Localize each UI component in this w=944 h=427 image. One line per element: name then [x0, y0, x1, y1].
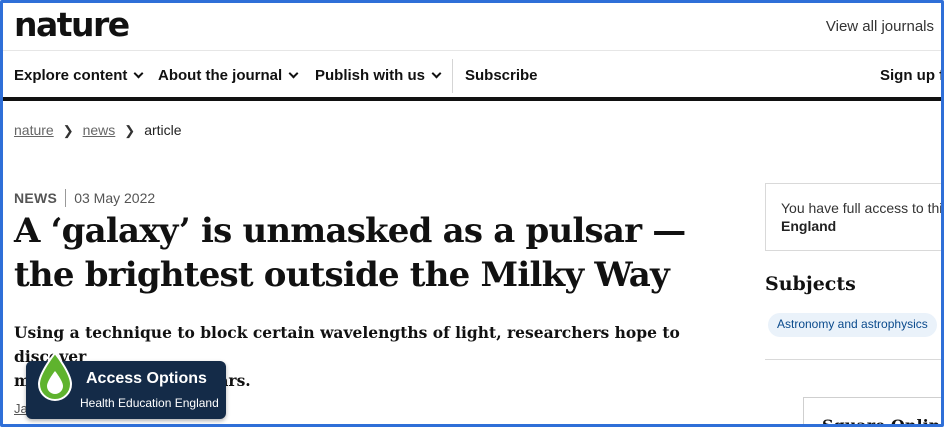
subject-tag-astronomy[interactable]: Astronomy and astrophysics — [768, 313, 937, 337]
breadcrumb: nature ❯ news ❯ article — [14, 122, 182, 139]
access-info-panel: You have full access to this England — [765, 183, 944, 251]
nav-about-journal-label: About the journal — [158, 67, 283, 84]
article-title-line-2: the brightest outside the Milky Way — [14, 255, 670, 295]
access-options-widget[interactable]: Access Options Health Education England — [26, 351, 226, 419]
access-options-subtitle: Health Education England — [80, 396, 219, 410]
nav-publish-with-us[interactable]: Publish with us — [315, 67, 442, 84]
nav-about-journal[interactable]: About the journal — [158, 67, 299, 84]
breadcrumb-current: article — [144, 122, 182, 138]
article-title: A ‘galaxy’ is unmasked as a pulsar — the… — [14, 209, 714, 297]
chevron-right-icon: ❯ — [124, 123, 136, 138]
subjects-heading: Subjects — [765, 273, 856, 295]
breadcrumb-nature-link[interactable]: nature — [14, 122, 54, 138]
main-nav: Explore content About the journal Publis… — [3, 51, 941, 101]
chevron-right-icon: ❯ — [62, 123, 74, 138]
nav-explore-content-label: Explore content — [14, 67, 128, 84]
nav-divider — [452, 59, 453, 93]
browser-frame: nature View all journals Explore content… — [0, 0, 944, 427]
chevron-down-icon — [133, 68, 144, 79]
article-title-line-1: A ‘galaxy’ is unmasked as a pulsar — — [14, 211, 686, 251]
chevron-down-icon — [288, 68, 299, 79]
access-info-text: You have full access to this — [781, 200, 944, 216]
meta-divider — [65, 189, 67, 207]
droplet-icon — [37, 351, 73, 401]
chevron-down-icon — [431, 68, 442, 79]
article-meta: NEWS 03 May 2022 — [14, 185, 156, 207]
nav-subscribe[interactable]: Subscribe — [465, 67, 538, 84]
nav-publish-label: Publish with us — [315, 67, 426, 84]
access-options-title: Access Options — [86, 370, 207, 387]
access-info-org: England — [781, 218, 837, 234]
article-date: 03 May 2022 — [74, 190, 156, 206]
sidebar-divider — [765, 359, 941, 360]
square-online-box[interactable]: Square Online — [803, 397, 941, 424]
nature-logo[interactable]: nature — [14, 5, 130, 44]
article-type: NEWS — [14, 190, 58, 206]
site-header: nature View all journals — [3, 3, 941, 51]
nav-explore-content[interactable]: Explore content — [14, 67, 144, 84]
breadcrumb-news-link[interactable]: news — [83, 122, 116, 138]
view-all-journals-link[interactable]: View all journals — [826, 18, 934, 35]
nav-sign-up[interactable]: Sign up f — [880, 67, 941, 84]
